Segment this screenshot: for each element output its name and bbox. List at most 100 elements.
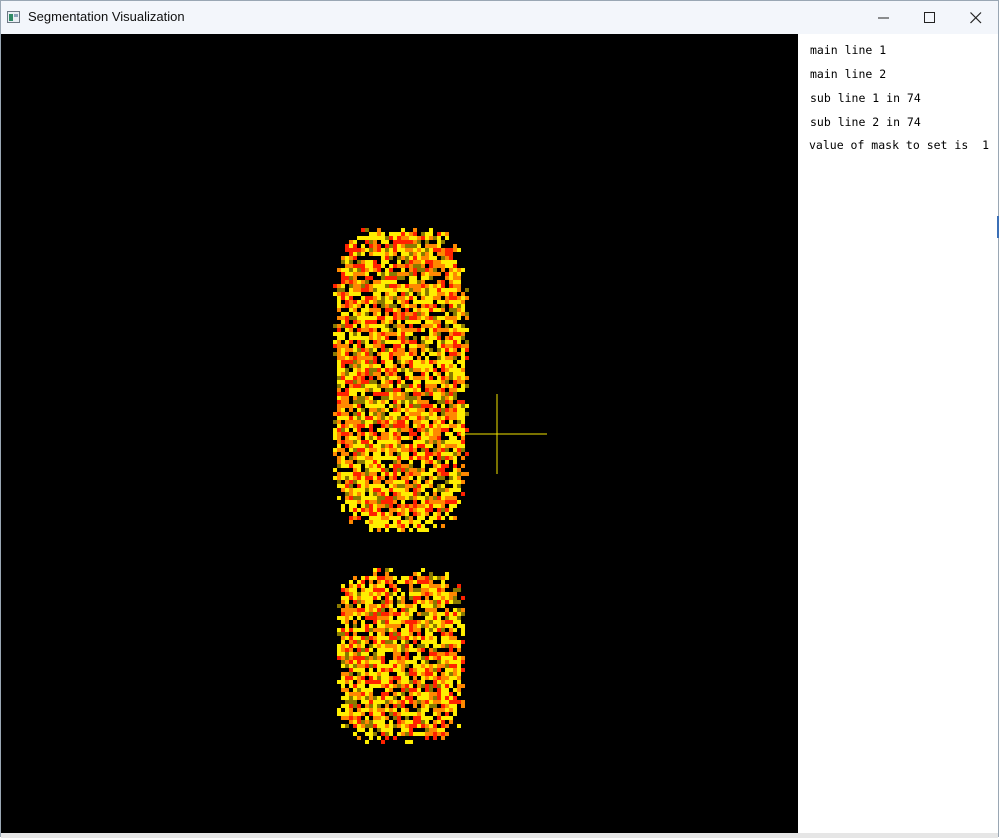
segmentation-pixel: [397, 256, 401, 260]
close-button[interactable]: [953, 1, 999, 34]
segmentation-pixel: [365, 480, 369, 484]
title-bar[interactable]: Segmentation Visualization: [1, 1, 998, 34]
segmentation-pixel: [361, 688, 365, 692]
segmentation-pixel: [353, 364, 357, 368]
segmentation-pixel: [429, 484, 433, 488]
segmentation-pixel: [349, 676, 353, 680]
segmentation-pixel: [449, 652, 453, 656]
segmentation-pixel: [425, 496, 429, 500]
segmentation-pixel: [449, 340, 453, 344]
segmentation-pixel: [381, 396, 385, 400]
segmentation-pixel: [357, 456, 361, 460]
segmentation-pixel: [373, 664, 377, 668]
segmentation-pixel: [433, 384, 437, 388]
segmentation-pixel: [381, 328, 385, 332]
segmentation-pixel: [429, 604, 433, 608]
segmentation-pixel: [373, 652, 377, 656]
segmentation-pixel: [401, 648, 405, 652]
segmentation-pixel: [365, 488, 369, 492]
minimize-button[interactable]: [861, 1, 907, 34]
segmentation-pixel: [353, 576, 357, 580]
segmentation-pixel: [389, 428, 393, 432]
segmentation-pixel: [377, 248, 381, 252]
segmentation-pixel: [433, 288, 437, 292]
segmentation-pixel: [425, 484, 429, 488]
segmentation-pixel: [369, 472, 373, 476]
segmentation-pixel: [349, 260, 353, 264]
segmentation-pixel: [433, 332, 437, 336]
segmentation-pixel: [421, 236, 425, 240]
segmentation-pixel: [373, 460, 377, 464]
segmentation-pixel: [345, 724, 349, 728]
segmentation-pixel: [449, 364, 453, 368]
segmentation-pixel: [457, 424, 461, 428]
segmentation-pixel: [381, 316, 385, 320]
segmentation-pixel: [377, 292, 381, 296]
segmentation-pixel: [373, 720, 377, 724]
segmentation-pixel: [445, 412, 449, 416]
segmentation-pixel: [445, 276, 449, 280]
segmentation-pixel: [349, 640, 353, 644]
segmentation-pixel: [357, 688, 361, 692]
segmentation-pixel: [397, 612, 401, 616]
segmentation-pixel: [357, 348, 361, 352]
segmentation-pixel: [433, 368, 437, 372]
segmentation-pixel: [341, 620, 345, 624]
segmentation-pixel: [361, 628, 365, 632]
segmentation-pixel: [437, 588, 441, 592]
segmentation-pixel: [393, 472, 397, 476]
maximize-icon: [924, 12, 935, 23]
segmentation-pixel: [349, 480, 353, 484]
segmentation-pixel: [425, 492, 429, 496]
segmentation-pixel: [365, 456, 369, 460]
segmentation-pixel: [385, 604, 389, 608]
segmentation-pixel: [361, 416, 365, 420]
segmentation-pixel: [465, 316, 469, 320]
segmentation-pixel: [377, 364, 381, 368]
segmentation-pixel: [417, 504, 421, 508]
segmentation-image[interactable]: [1, 34, 798, 833]
segmentation-pixel: [369, 644, 373, 648]
segmentation-pixel: [405, 720, 409, 724]
segmentation-pixel: [377, 448, 381, 452]
segmentation-pixel: [405, 628, 409, 632]
segmentation-pixel: [341, 268, 345, 272]
segmentation-pixel: [385, 576, 389, 580]
segmentation-pixel: [449, 408, 453, 412]
segmentation-pixel: [373, 584, 377, 588]
segmentation-pixel: [449, 488, 453, 492]
segmentation-pixel: [361, 636, 365, 640]
segmentation-pixel: [441, 676, 445, 680]
segmentation-pixel: [409, 304, 413, 308]
segmentation-pixel: [357, 404, 361, 408]
segmentation-pixel: [437, 576, 441, 580]
segmentation-pixel: [385, 260, 389, 264]
segmentation-pixel: [393, 620, 397, 624]
segmentation-pixel: [429, 676, 433, 680]
segmentation-pixel: [417, 572, 421, 576]
segmentation-pixel: [385, 472, 389, 476]
segmentation-pixel: [413, 304, 417, 308]
segmentation-pixel: [389, 524, 393, 528]
segmentation-pixel: [341, 680, 345, 684]
segmentation-pixel: [385, 448, 389, 452]
segmentation-pixel: [413, 620, 417, 624]
segmentation-pixel: [357, 612, 361, 616]
segmentation-pixel: [441, 600, 445, 604]
segmentation-pixel: [437, 624, 441, 628]
segmentation-pixel: [437, 388, 441, 392]
segmentation-pixel: [337, 288, 341, 292]
maximize-button[interactable]: [907, 1, 953, 34]
segmentation-pixel: [409, 728, 413, 732]
segmentation-pixel: [369, 712, 373, 716]
segmentation-pixel: [377, 680, 381, 684]
segmentation-pixel: [353, 504, 357, 508]
segmentation-pixel: [421, 680, 425, 684]
segmentation-pixel: [421, 352, 425, 356]
segmentation-pixel: [377, 728, 381, 732]
segmentation-pixel: [361, 708, 365, 712]
segmentation-canvas[interactable]: [1, 34, 798, 833]
segmentation-pixel: [381, 428, 385, 432]
segmentation-pixel: [377, 404, 381, 408]
segmentation-pixel: [349, 388, 353, 392]
